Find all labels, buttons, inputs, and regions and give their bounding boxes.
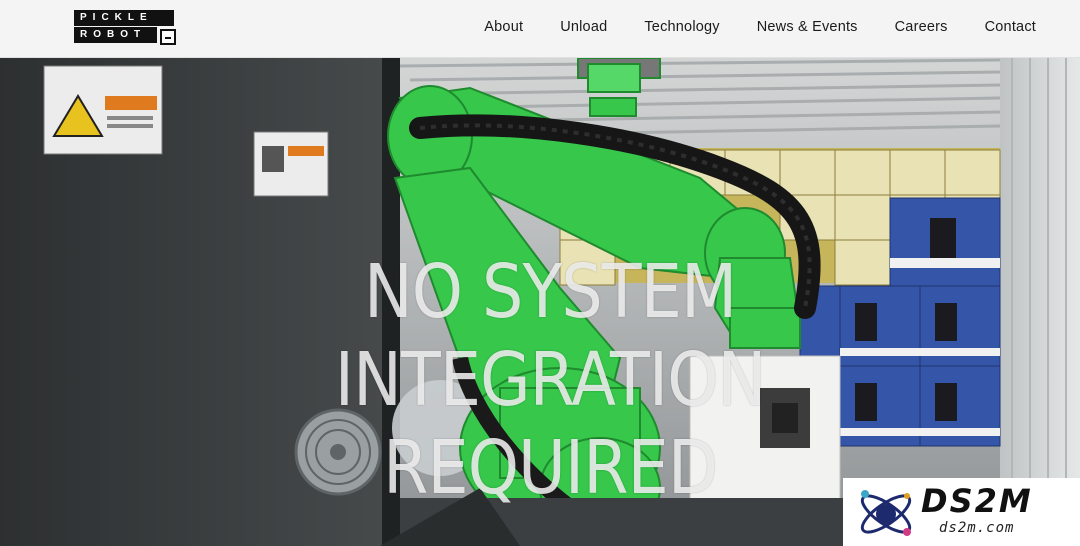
- nav-technology[interactable]: Technology: [644, 19, 719, 35]
- nav-contact[interactable]: Contact: [985, 19, 1036, 35]
- headline-line-2: INTEGRATION: [334, 337, 767, 423]
- pickle-robot-logo[interactable]: PICKLE ROBOT: [74, 10, 176, 45]
- logo-mark-icon: [160, 29, 176, 45]
- nav-careers[interactable]: Careers: [895, 19, 948, 35]
- nav-unload[interactable]: Unload: [560, 19, 607, 35]
- watermark-subtitle: ds2m.com: [939, 520, 1015, 536]
- site-header: PICKLE ROBOT About Unload Technology New…: [0, 0, 1080, 58]
- logo-line-2: ROBOT: [74, 27, 157, 43]
- logo-line-1: PICKLE: [74, 10, 174, 26]
- nav-about[interactable]: About: [484, 19, 523, 35]
- hero-section: NO SYSTEM INTEGRATION REQUIRED: [0, 58, 1080, 546]
- hero-headline: NO SYSTEM INTEGRATION REQUIRED: [66, 248, 1034, 512]
- headline-line-1: NO SYSTEM: [363, 249, 737, 335]
- watermark-title: DS2M: [921, 482, 1033, 520]
- main-nav: About Unload Technology News & Events Ca…: [447, 0, 1036, 53]
- atom-logo-icon: [860, 490, 912, 536]
- ds2m-watermark: DS2M ds2m.com: [843, 478, 1080, 546]
- nav-news-events[interactable]: News & Events: [757, 19, 858, 35]
